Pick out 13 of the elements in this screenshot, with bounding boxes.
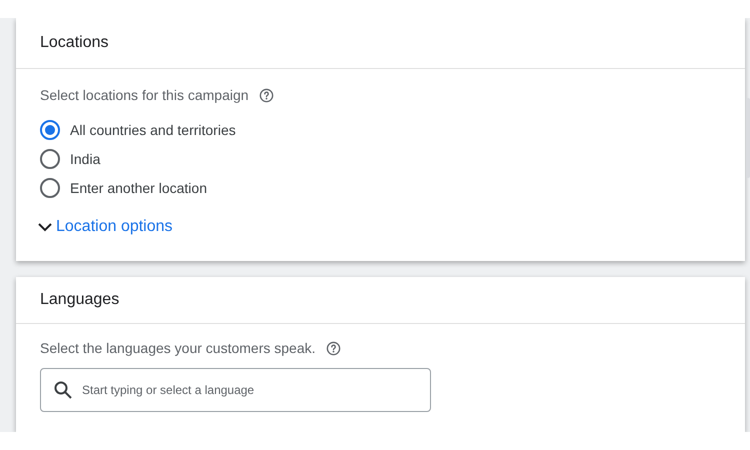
help-icon[interactable] (258, 88, 274, 102)
section-prompt: Select locations for this campaign (40, 87, 249, 103)
scrollbar[interactable] (746, 98, 750, 178)
section-prompt: Select the languages your customers speak. (40, 340, 316, 356)
help-icon[interactable] (326, 340, 340, 356)
search-icon (53, 380, 73, 400)
radio-option[interactable]: All countries and territories (40, 120, 236, 140)
location-options-link[interactable]: Location options (36, 218, 173, 236)
radio-option[interactable]: India (40, 149, 100, 169)
section-title: Locations (40, 34, 108, 52)
section-title: Languages (40, 291, 120, 309)
language-search-field[interactable]: Start typing or select a language (40, 368, 431, 412)
radio-option[interactable]: Enter another location (40, 178, 207, 198)
